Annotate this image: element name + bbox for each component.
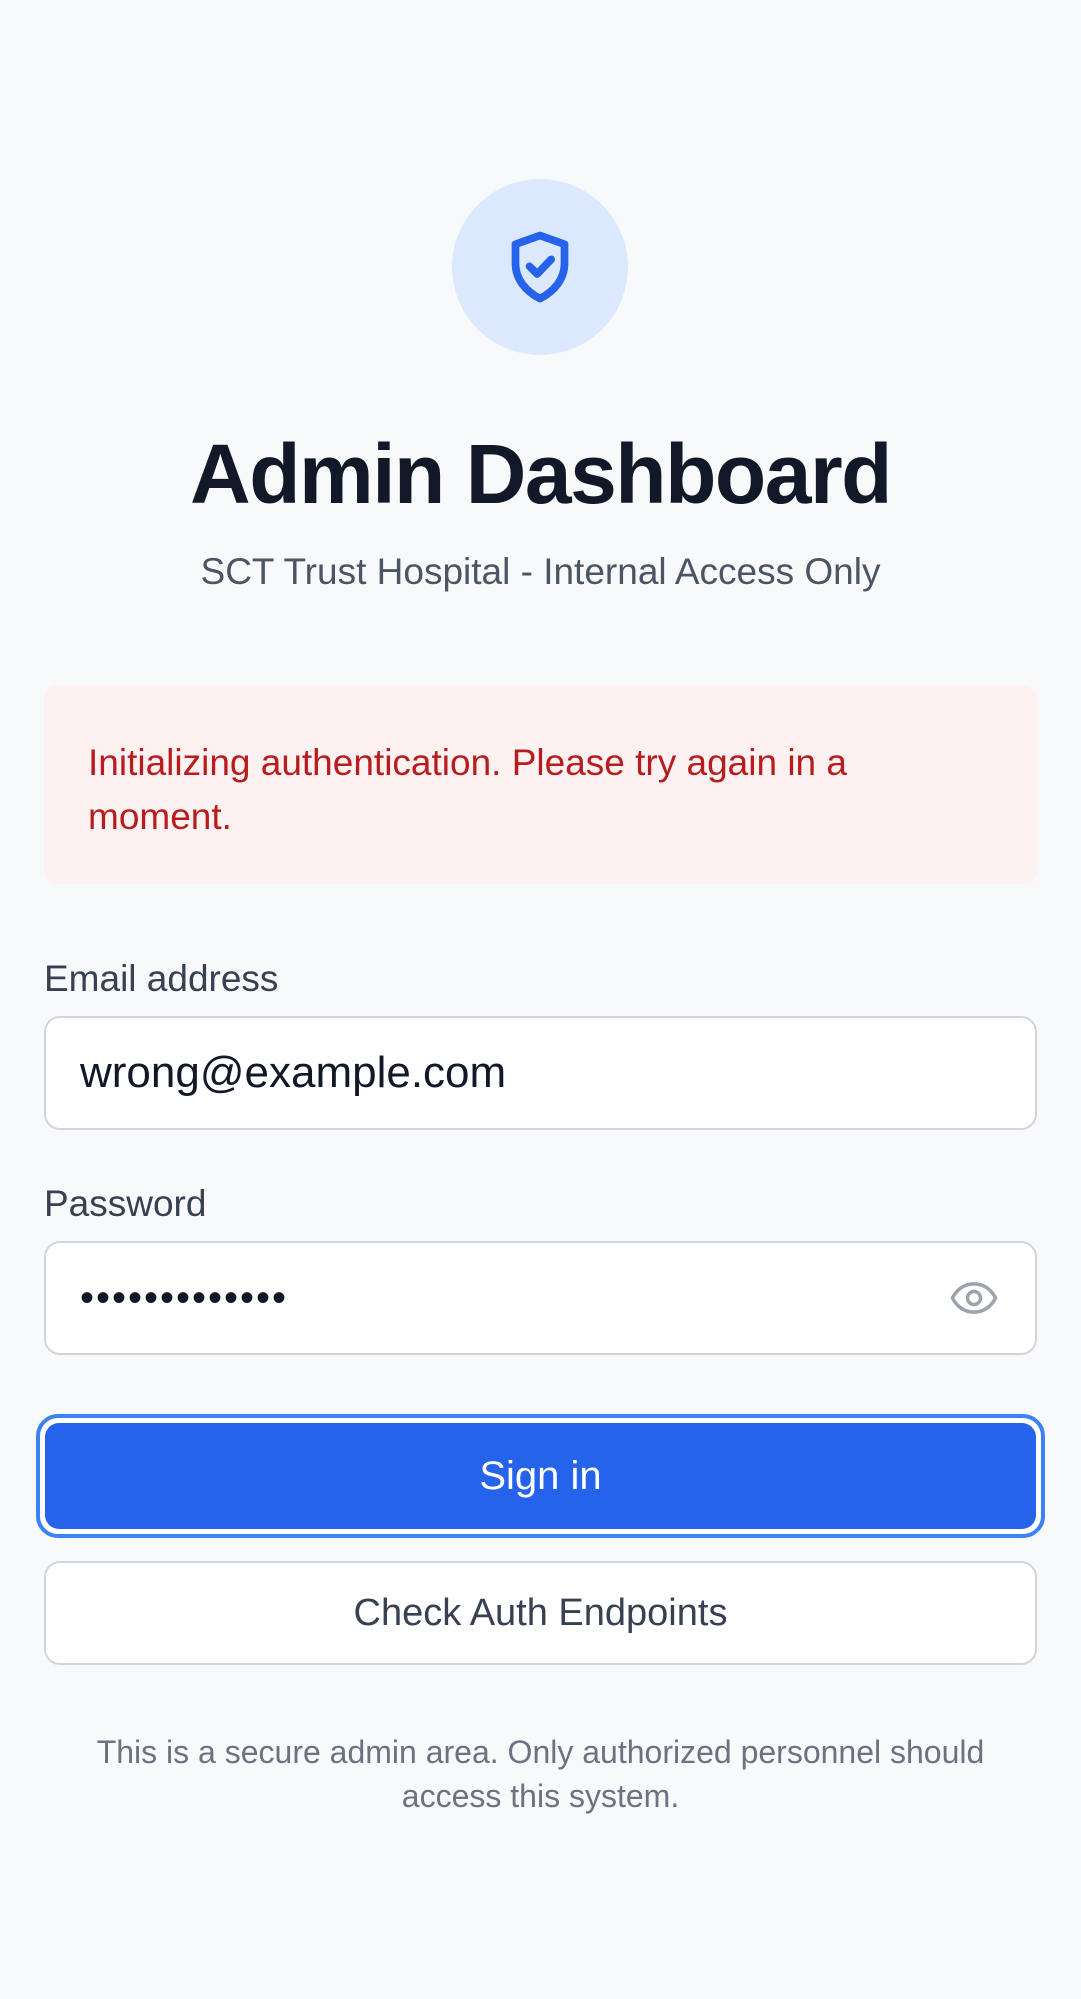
password-field[interactable]: ••••••••••••• xyxy=(44,1241,1037,1355)
password-label: Password xyxy=(44,1183,207,1224)
sign-in-button[interactable]: Sign in xyxy=(36,1414,1045,1538)
check-auth-endpoints-button[interactable]: Check Auth Endpoints xyxy=(44,1561,1037,1665)
error-alert: Initializing authentication. Please try … xyxy=(44,686,1037,884)
eye-icon[interactable] xyxy=(947,1271,1001,1325)
password-input-value[interactable]: ••••••••••••• xyxy=(80,1276,947,1321)
error-alert-message: Initializing authentication. Please try … xyxy=(88,742,847,837)
logo-badge xyxy=(452,179,628,355)
email-input-value[interactable]: wrong@example.com xyxy=(80,1048,1001,1098)
login-page: Admin Dashboard SCT Trust Hospital - Int… xyxy=(0,0,1081,1999)
security-notice: This is a secure admin area. Only author… xyxy=(96,1734,985,1814)
email-field[interactable]: wrong@example.com xyxy=(44,1016,1037,1130)
sign-in-button-label[interactable]: Sign in xyxy=(45,1423,1036,1529)
shield-check-icon xyxy=(511,231,569,303)
page-subtitle: SCT Trust Hospital - Internal Access Onl… xyxy=(200,551,881,592)
page-title: Admin Dashboard xyxy=(190,427,892,521)
email-label: Email address xyxy=(44,958,279,999)
